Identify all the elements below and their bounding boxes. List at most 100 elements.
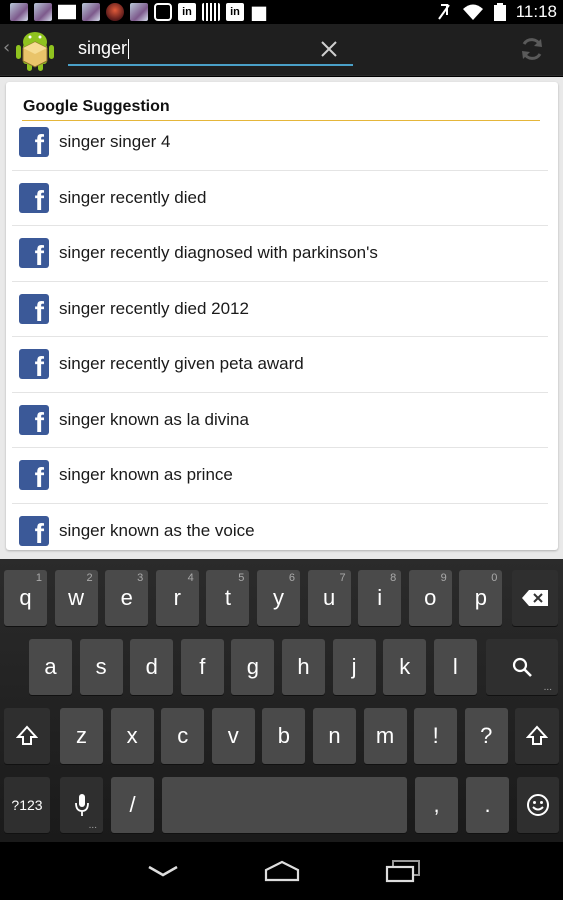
period-key[interactable]: . <box>466 777 509 833</box>
wifi-icon <box>462 4 483 20</box>
back-icon[interactable] <box>143 858 183 884</box>
key-m[interactable]: m <box>363 708 407 764</box>
refresh-icon[interactable] <box>519 36 545 62</box>
action-bar: ‹ singer <box>0 24 563 76</box>
facebook-icon: f <box>19 182 49 213</box>
photo-notification-icon <box>34 3 52 21</box>
facebook-icon: f <box>19 293 49 324</box>
suggestions-panel: Google Suggestion f singer singer 4 f singe… <box>0 77 563 559</box>
voice-input-key[interactable]: ... <box>60 777 103 833</box>
status-bar: in in 11:18 <box>0 0 563 24</box>
key-f[interactable]: f <box>180 639 224 695</box>
key-g[interactable]: g <box>231 639 275 695</box>
key-z[interactable]: z <box>60 708 103 764</box>
clear-icon[interactable] <box>317 37 341 61</box>
suggestion-item[interactable]: f singer recently given peta award <box>12 337 548 393</box>
key-y[interactable]: y6 <box>257 570 300 626</box>
shift-key-right[interactable] <box>515 708 559 764</box>
shift-key[interactable] <box>4 708 50 764</box>
suggestion-item[interactable]: f singer known as la divina <box>12 393 548 448</box>
key-t[interactable]: t5 <box>206 570 250 626</box>
home-icon[interactable] <box>262 858 302 884</box>
shift-icon <box>526 725 548 745</box>
photo-notification-icon <box>130 3 148 21</box>
slash-key[interactable]: / <box>111 777 154 833</box>
suggestion-card: Google Suggestion f singer singer 4 f singe… <box>6 82 558 550</box>
photo-notification-icon <box>10 3 28 21</box>
keyboard-row-2: a s d f g h j k l... <box>0 639 563 701</box>
bag-icon <box>251 6 267 21</box>
key-exclamation[interactable]: ! <box>414 708 458 764</box>
photo-notification-icon <box>82 3 100 21</box>
keyboard-row-4: ?123... /,. <box>0 777 563 839</box>
facebook-icon: f <box>19 460 49 491</box>
linkedin-icon: in <box>226 3 244 21</box>
navigation-bar <box>0 842 563 900</box>
key-d[interactable]: d <box>130 639 174 695</box>
suggestion-list: f singer singer 4 f singer recently died f si… <box>12 115 548 559</box>
key-i[interactable]: i8 <box>358 570 402 626</box>
key-q[interactable]: q1 <box>4 570 47 626</box>
battery-icon <box>493 3 506 21</box>
suggestion-label: singer recently given peta award <box>59 354 304 374</box>
key-h[interactable]: h <box>282 639 325 695</box>
backspace-icon <box>522 590 548 606</box>
shift-icon <box>16 725 38 745</box>
key-v[interactable]: v <box>211 708 255 764</box>
clock: 11:18 <box>515 2 557 21</box>
suggestion-label: singer known as the voice <box>59 521 255 541</box>
key-x[interactable]: x <box>110 708 154 764</box>
search-input[interactable]: singer <box>68 34 353 66</box>
key-k[interactable]: k <box>383 639 427 695</box>
suggestion-item[interactable]: f singer known as the voice <box>12 504 548 560</box>
emoji-icon <box>527 794 549 816</box>
key-b[interactable]: b <box>262 708 306 764</box>
suggestion-item[interactable]: f singer singer 4 <box>12 115 548 171</box>
key-j[interactable]: j <box>332 639 376 695</box>
key-n[interactable]: n <box>313 708 356 764</box>
key-u[interactable]: u7 <box>307 570 351 626</box>
suggestion-label: singer known as la divina <box>59 409 249 429</box>
search-input-text[interactable]: singer <box>78 38 130 60</box>
suggestion-label: singer recently died <box>59 187 207 207</box>
emoji-key[interactable] <box>517 777 559 833</box>
app-notification-icon <box>106 3 124 21</box>
symbols-key[interactable]: ?123 <box>4 777 50 833</box>
key-c[interactable]: c <box>161 708 205 764</box>
bars-icon <box>202 3 220 21</box>
delete-key[interactable] <box>512 570 558 626</box>
microphone-icon <box>74 794 89 816</box>
comma-key[interactable]: , <box>415 777 458 833</box>
suggestion-label: singer singer 4 <box>59 132 171 152</box>
key-s[interactable]: s <box>79 639 123 695</box>
key-o[interactable]: o9 <box>408 570 452 626</box>
key-r[interactable]: r4 <box>155 570 199 626</box>
key-l[interactable]: l <box>433 639 477 695</box>
suggestion-label: singer recently diagnosed with parkinson… <box>59 243 378 263</box>
mute-icon <box>437 4 450 20</box>
key-question[interactable]: ? <box>464 708 508 764</box>
space-key[interactable] <box>162 777 407 833</box>
recent-apps-icon[interactable] <box>383 858 423 884</box>
key-p[interactable]: p0 <box>459 570 503 626</box>
facebook-icon: f <box>19 127 49 158</box>
facebook-icon: f <box>19 349 49 380</box>
search-key[interactable]: ... <box>486 639 558 695</box>
up-chevron-icon[interactable]: ‹ <box>3 37 10 58</box>
suggestion-item[interactable]: f singer recently diagnosed with parkinso… <box>12 226 548 282</box>
android-app-icon[interactable] <box>14 28 56 72</box>
mail-icon <box>58 4 76 20</box>
suggestion-title: Google Suggestion <box>23 98 170 115</box>
facebook-icon: f <box>19 516 49 547</box>
key-e[interactable]: e3 <box>105 570 149 626</box>
key-a[interactable]: a <box>29 639 72 695</box>
soft-keyboard: q1w2e3r4t5y6u7i8o9p0 a s d f g h j k l... zxcvbn… <box>0 559 563 842</box>
facebook-icon: f <box>19 238 49 269</box>
search-icon <box>512 657 532 677</box>
key-w[interactable]: w2 <box>54 570 98 626</box>
suggestion-item[interactable]: f singer known as prince <box>12 448 548 504</box>
suggestion-item[interactable]: f singer recently died <box>12 171 548 226</box>
suggestion-item[interactable]: f singer recently died 2012 <box>12 282 548 337</box>
keyboard-row-1: q1w2e3r4t5y6u7i8o9p0 <box>0 570 563 632</box>
facebook-icon: f <box>19 404 49 435</box>
